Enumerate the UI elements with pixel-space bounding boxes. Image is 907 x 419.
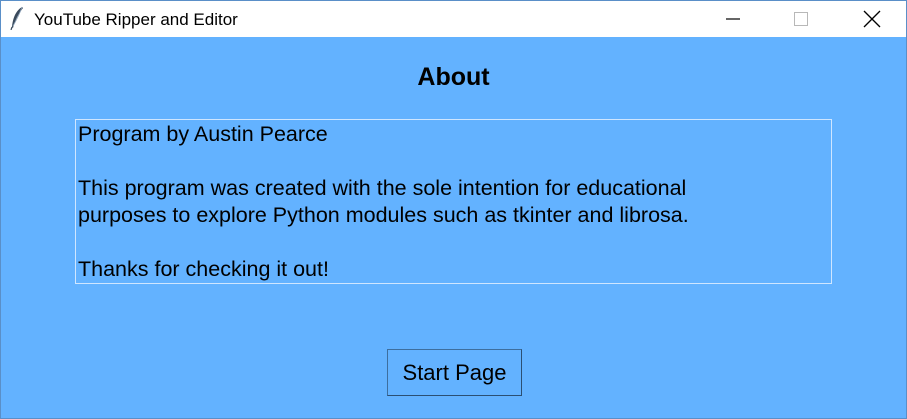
window-title: YouTube Ripper and Editor <box>34 10 238 29</box>
maximize-button[interactable] <box>778 1 824 37</box>
close-button[interactable] <box>849 1 895 37</box>
about-page: About Program by Austin Pearce This prog… <box>1 37 906 418</box>
purpose-line-2: purposes to explore Python modules such … <box>78 203 689 227</box>
about-text-box[interactable]: Program by Austin Pearce This program wa… <box>75 119 832 284</box>
feather-icon <box>10 6 23 30</box>
page-title: About <box>417 63 490 91</box>
title-bar[interactable]: YouTube Ripper and Editor <box>1 1 906 37</box>
purpose-line-1: This program was created with the sole i… <box>78 176 687 200</box>
minimize-button[interactable] <box>710 1 756 37</box>
thanks-line: Thanks for checking it out! <box>78 257 329 281</box>
app-window: YouTube Ripper and Editor About Program … <box>0 0 907 419</box>
minimize-icon <box>726 18 740 20</box>
author-line: Program by Austin Pearce <box>78 122 328 146</box>
start-page-button[interactable]: Start Page <box>387 349 522 396</box>
maximize-icon <box>794 12 808 26</box>
close-icon <box>863 10 881 28</box>
